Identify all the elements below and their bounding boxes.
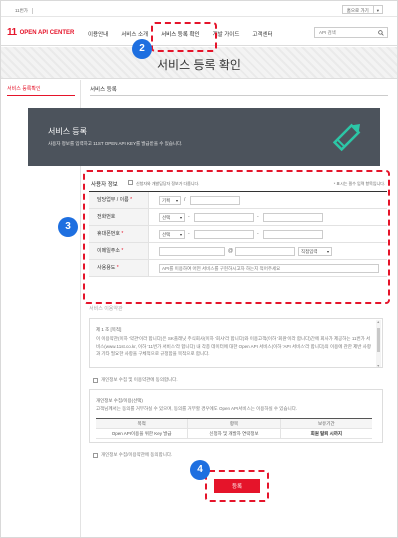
table-cell: Open API이용을 위한 Key 발급 — [96, 429, 189, 438]
section-heading: 서비스 등록 — [90, 87, 117, 93]
menu-usage-guide[interactable]: 이용안내 — [88, 30, 108, 38]
terms-agree-label: 개인정보 수집 및 이용약관에 동의합니다. — [101, 377, 178, 382]
divider — [90, 95, 388, 96]
top-utility-bar: 11번가 홈으로 가기 ▾ — [1, 1, 397, 17]
callout-badge-4: 4 — [190, 460, 210, 480]
callout-box-2 — [151, 22, 217, 52]
terms-title: 서비스 이용약관 — [89, 306, 123, 312]
table-cell: 신청자 및 개발자 연락정보 — [188, 429, 281, 438]
scroll-up-icon[interactable]: ▲ — [377, 320, 380, 324]
privacy-table: 목적 항목 보유기간 Open API이용을 위한 Key 발급 신청자 및 개… — [96, 418, 372, 439]
table-row: Open API이용을 위한 Key 발급 신청자 및 개발자 연락정보 회원 … — [96, 429, 372, 439]
callout-box-4 — [205, 470, 269, 502]
pencil-icon — [332, 123, 361, 152]
chevron-down-icon[interactable]: ▾ — [373, 5, 383, 14]
scroll-thumb[interactable] — [377, 328, 380, 352]
privacy-agree-checkbox[interactable] — [93, 452, 98, 458]
terms-scrollbar[interactable]: ▲ ▼ — [376, 320, 381, 367]
privacy-heading: 개인정보 수집/이용(선택) — [96, 398, 143, 403]
terms-agree-checkbox[interactable] — [93, 377, 98, 383]
column-header: 항목 — [188, 419, 281, 428]
page-title: 서비스 등록 확인 — [157, 58, 241, 72]
callout-box-3 — [83, 170, 390, 304]
sidebar-active-underline — [7, 95, 75, 96]
menu-customer-center[interactable]: 고객센터 — [252, 30, 272, 38]
family-site-link[interactable]: 11번가 — [15, 8, 33, 14]
privacy-agree: 개인정보 수집/이용약관에 동의합니다. — [93, 452, 172, 458]
scroll-down-icon[interactable]: ▼ — [377, 364, 380, 367]
search-icon[interactable] — [378, 30, 384, 36]
column-header: 목적 — [96, 419, 189, 428]
callout-badge-3: 3 — [58, 217, 78, 237]
logo[interactable]: 11 OPEN API CENTER — [7, 28, 74, 38]
logo-mark: 11 — [7, 27, 17, 38]
callout-badge-2: 2 — [132, 39, 152, 59]
sidebar-item-service-registration[interactable]: 서비스 등록확인 — [7, 85, 41, 92]
banner-description: 사용자 정보를 입력하고 11ST OPEN API KEY를 발급받을 수 있… — [48, 141, 183, 146]
terms-body: 이 이용약관(이하 '약관'이라 합니다)은 SK플래닛 주식회사(이하 '회사… — [96, 336, 371, 356]
terms-heading: 제 1 조 [목적] — [96, 327, 122, 332]
banner-title: 서비스 등록 — [48, 127, 88, 136]
terms-box[interactable]: 제 1 조 [목적] 이 이용약관(이하 '약관'이라 합니다)은 SK플래닛 … — [89, 318, 383, 368]
privacy-body: 고객님께서는 동의를 거부하실 수 있으며, 동의를 거부할 경우에도 Open… — [96, 406, 298, 411]
search-box — [314, 27, 388, 38]
table-cell: 회원 탈퇴 시까지 — [310, 431, 343, 436]
home-link-group: 홈으로 가기 ▾ — [341, 5, 383, 14]
service-banner: 서비스 등록 사용자 정보를 입력하고 11ST OPEN API KEY를 발… — [28, 108, 380, 166]
column-header: 보유기간 — [280, 419, 372, 428]
privacy-agree-label: 개인정보 수집/이용약관에 동의합니다. — [101, 452, 173, 457]
privacy-box[interactable]: 개인정보 수집/이용(선택) 고객님께서는 동의를 거부하실 수 있으며, 동의… — [89, 389, 383, 443]
home-link[interactable]: 홈으로 가기 — [341, 5, 374, 14]
privacy-table-header: 목적 항목 보유기간 — [96, 419, 372, 429]
search-input[interactable] — [315, 28, 375, 37]
menu-service-intro[interactable]: 서비스 소개 — [121, 30, 148, 38]
terms-agree: 개인정보 수집 및 이용약관에 동의합니다. — [93, 377, 178, 383]
logo-text: OPEN API CENTER — [19, 30, 75, 36]
